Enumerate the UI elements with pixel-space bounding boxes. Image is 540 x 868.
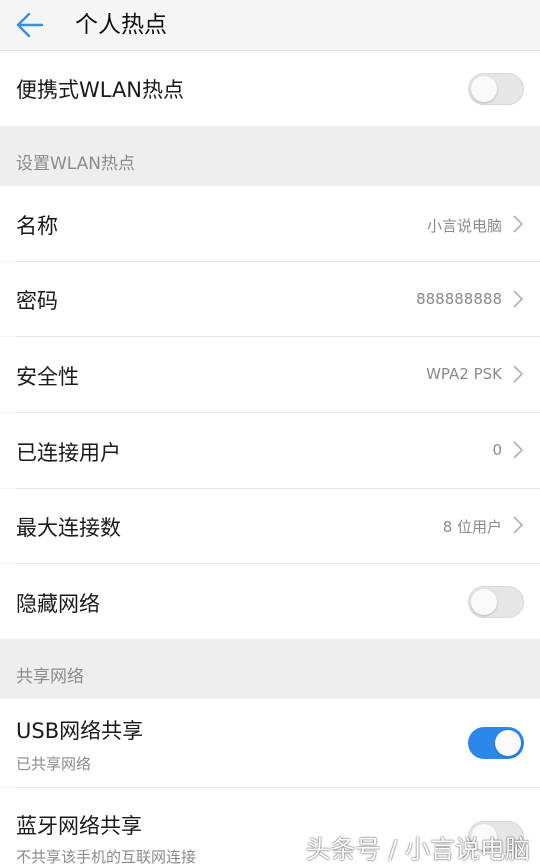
chevron-right-icon [513,441,524,459]
top-app-bar: 个人热点 [0,0,540,51]
hotspot-toggle-switch[interactable] [468,73,524,105]
setting-row-security[interactable]: 安全性 WPA2 PSK [0,337,540,412]
setting-row-name[interactable]: 名称 小言说电脑 [0,186,540,261]
toggle-knob [495,730,521,756]
setting-label: 安全性 [16,365,79,389]
setting-label: 蓝牙网络共享 [16,814,142,838]
setting-row-max-connections[interactable]: 最大连接数 8 位用户 [0,489,540,563]
toggle-knob [471,76,497,102]
setting-label: 隐藏网络 [16,592,100,616]
watermark: 头条号 / 小言说电脑 [305,835,530,864]
setting-value: 0 [492,441,502,459]
hide-network-switch[interactable] [468,586,524,618]
setting-row-password[interactable]: 密码 888888888 [0,262,540,336]
section-title: 设置WLAN热点 [16,154,136,174]
setting-subtitle: 不共享该手机的互联网连接 [16,848,197,866]
section-title: 共享网络 [16,667,84,687]
setting-value: 8 位用户 [442,518,502,536]
chevron-right-icon [513,365,524,383]
arrow-left-icon [16,12,44,38]
chevron-right-icon [513,215,524,233]
setting-label: 最大连接数 [16,516,121,540]
setting-value: WPA2 PSK [426,365,502,383]
setting-label: 密码 [16,289,58,313]
chevron-right-icon [513,516,524,534]
setting-label: USB网络共享 [16,719,144,743]
setting-row-hide-network[interactable]: 隐藏网络 [0,564,540,639]
setting-row-connected-users[interactable]: 已连接用户 0 [0,413,540,488]
usb-tethering-switch[interactable] [468,727,524,759]
setting-subtitle: 已共享网络 [16,755,92,773]
hotspot-toggle-row[interactable]: 便携式WLAN热点 [0,51,540,126]
back-button[interactable] [10,6,50,44]
toggle-knob [471,589,497,615]
setting-value: 888888888 [416,290,502,308]
setting-value: 小言说电脑 [426,217,502,235]
section-header-share: 共享网络 [0,639,540,699]
setting-row-usb-tethering[interactable]: USB网络共享 已共享网络 [0,699,540,787]
setting-label: 名称 [16,214,58,238]
section-header-setup: 设置WLAN热点 [0,126,540,186]
chevron-right-icon [513,290,524,308]
hotspot-toggle-label: 便携式WLAN热点 [16,78,185,102]
setting-label: 已连接用户 [16,441,121,465]
page-title: 个人热点 [75,12,167,38]
